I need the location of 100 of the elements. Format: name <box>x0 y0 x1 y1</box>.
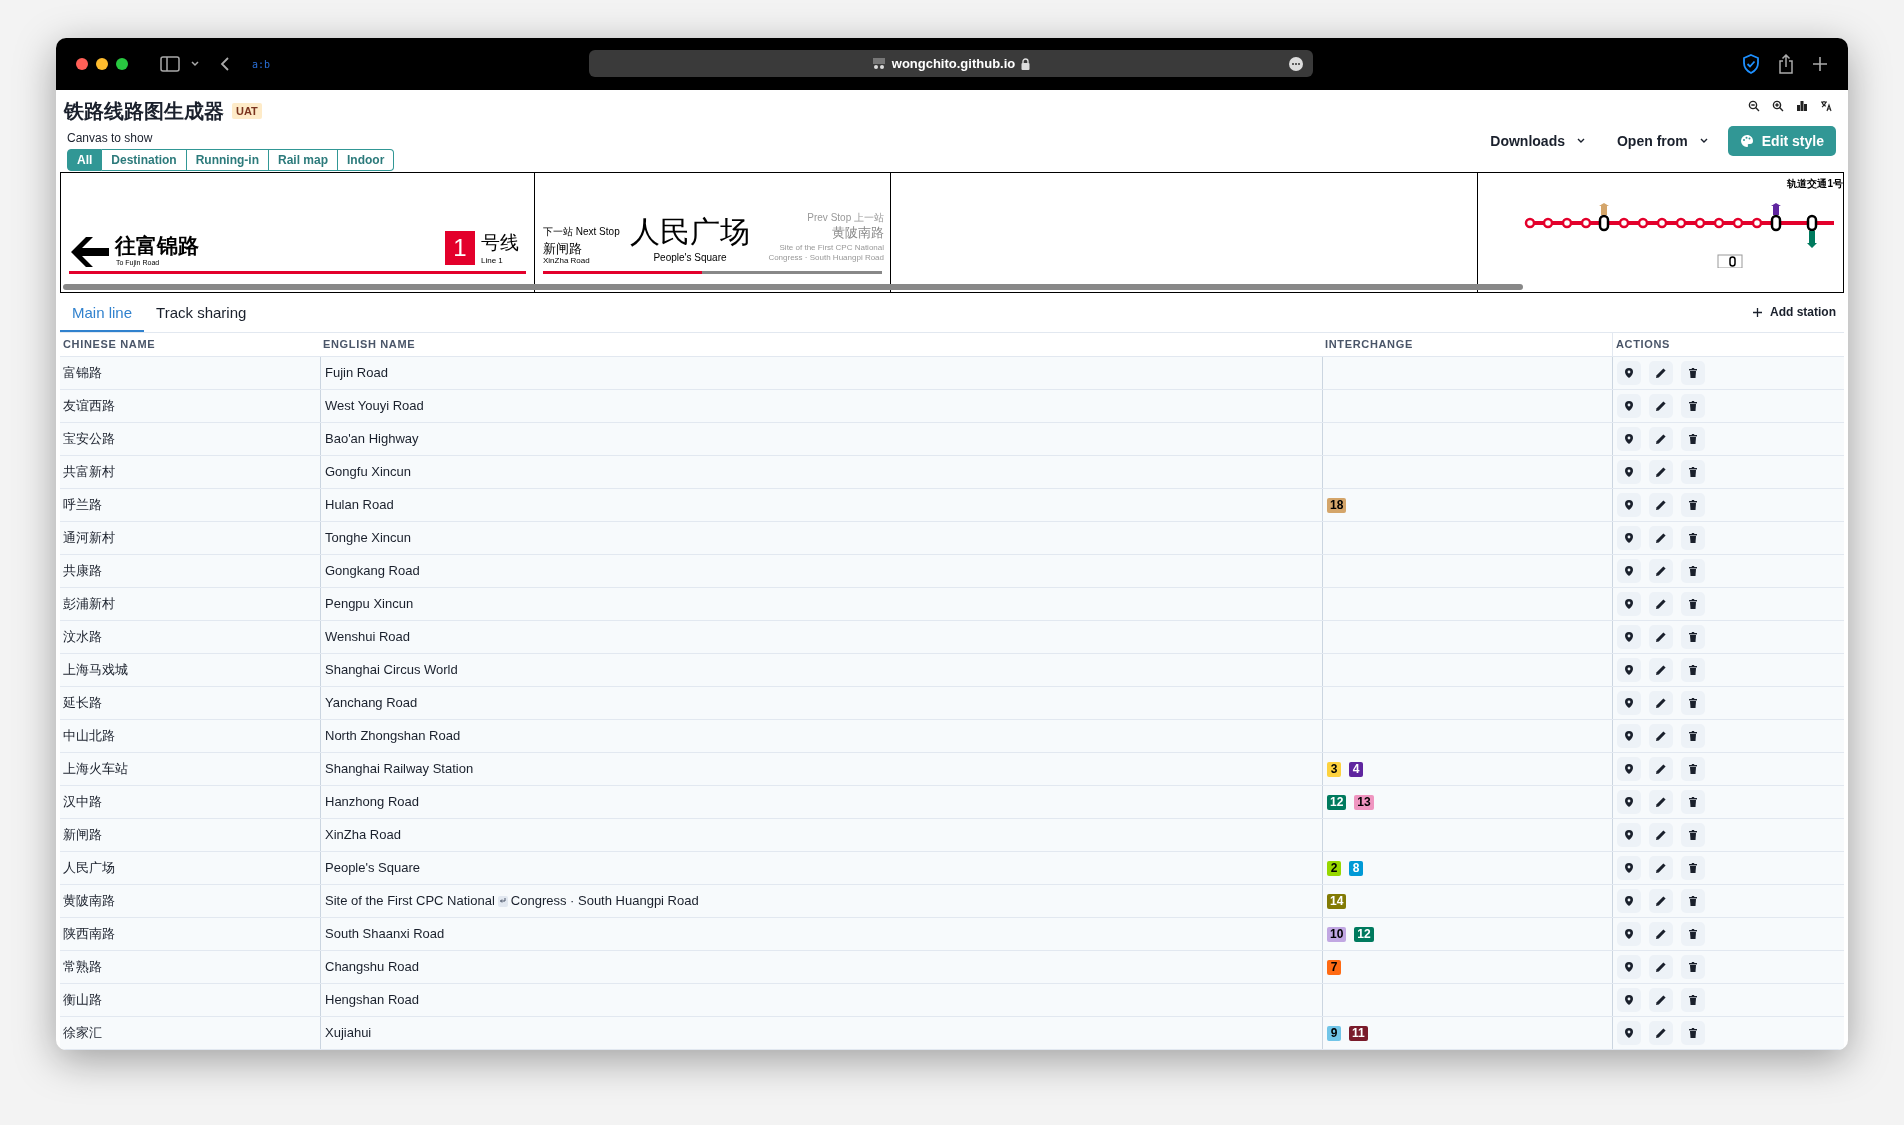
edit-button[interactable] <box>1649 625 1673 649</box>
delete-button[interactable] <box>1681 724 1705 748</box>
locate-button[interactable] <box>1617 922 1641 946</box>
delete-button[interactable] <box>1681 988 1705 1012</box>
edit-button[interactable] <box>1649 361 1673 385</box>
delete-button[interactable] <box>1681 427 1705 451</box>
locate-button[interactable] <box>1617 493 1641 517</box>
canvas-toggle[interactable]: All <box>67 149 103 171</box>
edit-button[interactable] <box>1649 724 1673 748</box>
chart-icon[interactable] <box>1796 100 1808 112</box>
zoom-out-icon[interactable] <box>1748 100 1760 112</box>
edit-button[interactable] <box>1649 823 1673 847</box>
edit-button[interactable] <box>1649 757 1673 781</box>
locate-button[interactable] <box>1617 988 1641 1012</box>
extension-label[interactable]: a:b <box>252 56 271 72</box>
dropdown-menu[interactable]: Open from <box>1616 126 1708 156</box>
pin-icon <box>1625 533 1633 543</box>
pencil-icon <box>1656 434 1666 444</box>
zoom-in-icon[interactable] <box>1772 100 1784 112</box>
delete-button[interactable] <box>1681 856 1705 880</box>
locate-button[interactable] <box>1617 658 1641 682</box>
edit-button[interactable] <box>1649 427 1673 451</box>
locate-button[interactable] <box>1617 559 1641 583</box>
locate-button[interactable] <box>1617 955 1641 979</box>
locate-button[interactable] <box>1617 724 1641 748</box>
dropdown-menu[interactable]: Downloads <box>1490 126 1585 156</box>
delete-button[interactable] <box>1681 394 1705 418</box>
delete-button[interactable] <box>1681 1021 1705 1045</box>
delete-button[interactable] <box>1681 592 1705 616</box>
translate-icon[interactable] <box>1820 100 1832 112</box>
pencil-icon <box>1656 830 1666 840</box>
edit-button[interactable] <box>1649 856 1673 880</box>
chevron-down-icon[interactable] <box>190 60 200 68</box>
edit-button[interactable] <box>1649 493 1673 517</box>
back-icon[interactable] <box>220 56 230 72</box>
tab[interactable]: Track sharing <box>144 296 259 332</box>
pin-icon <box>1625 632 1633 642</box>
edit-button[interactable] <box>1649 889 1673 913</box>
locate-button[interactable] <box>1617 460 1641 484</box>
horizontal-scrollbar[interactable] <box>63 284 1523 290</box>
edit-button[interactable] <box>1649 658 1673 682</box>
locate-button[interactable] <box>1617 691 1641 715</box>
edit-button[interactable] <box>1649 955 1673 979</box>
delete-button[interactable] <box>1681 757 1705 781</box>
sidebar-icon[interactable] <box>160 56 180 72</box>
delete-button[interactable] <box>1681 922 1705 946</box>
canvas-toggle[interactable]: Running-in <box>186 149 269 171</box>
delete-button[interactable] <box>1681 889 1705 913</box>
canvas-toggle[interactable]: Rail map <box>269 149 338 171</box>
canvas-toggle[interactable]: Destination <box>102 149 187 171</box>
trash-icon <box>1689 830 1697 840</box>
edit-button[interactable] <box>1649 460 1673 484</box>
share-icon[interactable] <box>1778 54 1794 74</box>
edit-button[interactable] <box>1649 1021 1673 1045</box>
minimize-window-button[interactable] <box>96 58 108 70</box>
locate-button[interactable] <box>1617 757 1641 781</box>
edit-button[interactable] <box>1649 526 1673 550</box>
delete-button[interactable] <box>1681 625 1705 649</box>
trash-icon <box>1689 1028 1697 1038</box>
locate-button[interactable] <box>1617 823 1641 847</box>
edit-style-button[interactable]: Edit style <box>1727 126 1836 156</box>
maximize-window-button[interactable] <box>116 58 128 70</box>
more-icon[interactable] <box>1289 56 1303 71</box>
locate-button[interactable] <box>1617 427 1641 451</box>
close-window-button[interactable] <box>76 58 88 70</box>
delete-button[interactable] <box>1681 823 1705 847</box>
canvas-toggle[interactable]: Indoor <box>338 149 395 171</box>
delete-button[interactable] <box>1681 658 1705 682</box>
locate-button[interactable] <box>1617 394 1641 418</box>
edit-button[interactable] <box>1649 922 1673 946</box>
edit-button[interactable] <box>1649 559 1673 583</box>
locate-button[interactable] <box>1617 361 1641 385</box>
chinese-name: 通河新村 <box>63 529 115 548</box>
delete-button[interactable] <box>1681 955 1705 979</box>
delete-button[interactable] <box>1681 691 1705 715</box>
edit-button[interactable] <box>1649 691 1673 715</box>
shield-icon[interactable] <box>1742 54 1760 74</box>
trash-icon <box>1689 434 1697 444</box>
add-station-button[interactable]: Add station <box>1745 298 1844 326</box>
delete-button[interactable] <box>1681 493 1705 517</box>
edit-button[interactable] <box>1649 790 1673 814</box>
edit-button[interactable] <box>1649 394 1673 418</box>
edit-button[interactable] <box>1649 592 1673 616</box>
delete-button[interactable] <box>1681 361 1705 385</box>
locate-button[interactable] <box>1617 1021 1641 1045</box>
locate-button[interactable] <box>1617 526 1641 550</box>
new-tab-icon[interactable] <box>1812 56 1828 72</box>
delete-button[interactable] <box>1681 790 1705 814</box>
address-bar[interactable]: wongchito.github.io <box>589 50 1313 77</box>
edit-button[interactable] <box>1649 988 1673 1012</box>
locate-button[interactable] <box>1617 592 1641 616</box>
column-header: ENGLISH NAME <box>323 337 416 353</box>
locate-button[interactable] <box>1617 625 1641 649</box>
delete-button[interactable] <box>1681 559 1705 583</box>
delete-button[interactable] <box>1681 460 1705 484</box>
locate-button[interactable] <box>1617 790 1641 814</box>
delete-button[interactable] <box>1681 526 1705 550</box>
locate-button[interactable] <box>1617 856 1641 880</box>
line-badge: 14 <box>1327 893 1347 909</box>
locate-button[interactable] <box>1617 889 1641 913</box>
